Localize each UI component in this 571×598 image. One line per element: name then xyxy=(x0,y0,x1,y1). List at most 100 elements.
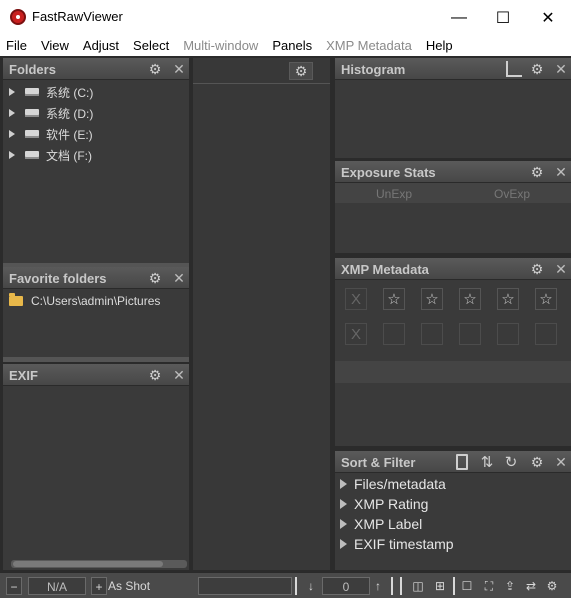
color-label-1-button[interactable] xyxy=(383,323,405,345)
sort-item-label: XMP Rating xyxy=(354,496,429,512)
xmp-metadata-panel: XMP Metadata ⚙ ✕ xyxy=(335,258,571,446)
menu-help[interactable]: Help xyxy=(426,38,453,53)
exif-horizontal-scrollbar[interactable] xyxy=(11,560,187,568)
rating-star-1-button[interactable]: ☆ xyxy=(383,288,405,310)
toolbar-separator xyxy=(391,577,393,595)
export-icon[interactable]: ⇪ xyxy=(501,577,519,595)
single-view-icon[interactable]: ☐ xyxy=(458,577,476,595)
fullscreen-icon[interactable]: ⛶ xyxy=(480,577,498,595)
drive-item-d[interactable]: 系统 (D:) xyxy=(9,103,93,123)
favorites-splitter[interactable] xyxy=(3,357,189,362)
drive-icon xyxy=(25,88,39,96)
zoom-in-button[interactable]: + xyxy=(91,577,107,595)
favorite-folder-item[interactable]: C:\Users\admin\Pictures xyxy=(9,291,160,311)
gear-icon[interactable]: ⚙ xyxy=(289,62,313,80)
expand-arrow-icon[interactable] xyxy=(340,479,348,489)
sort-item-xmp-rating[interactable]: XMP Rating xyxy=(340,494,428,514)
menu-panels[interactable]: Panels xyxy=(272,38,312,53)
exposure-value-field[interactable]: 0 xyxy=(322,577,370,595)
sort-item-exif-timestamp[interactable]: EXIF timestamp xyxy=(340,534,454,554)
favorites-panel-title: Favorite folders xyxy=(9,271,107,286)
histogram-panel: Histogram ⚙ ✕ xyxy=(335,58,571,158)
expand-arrow-icon[interactable] xyxy=(340,519,348,529)
drive-item-e[interactable]: 软件 (E:) xyxy=(9,124,93,144)
document-icon[interactable] xyxy=(456,454,468,470)
sort-item-xmp-label[interactable]: XMP Label xyxy=(340,514,422,534)
exposure-down-arrow-icon[interactable]: ↓ xyxy=(304,577,318,595)
split-view-icon[interactable]: ◫ xyxy=(409,577,427,595)
exif-panel: EXIF ⚙ ✕ xyxy=(3,364,189,570)
refresh-icon[interactable]: ↻ xyxy=(502,453,520,471)
gear-icon[interactable]: ⚙ xyxy=(529,164,545,180)
toolbar-separator xyxy=(295,577,297,595)
maximize-button[interactable]: ☐ xyxy=(480,0,526,35)
close-icon[interactable]: ✕ xyxy=(554,164,568,180)
color-label-4-button[interactable] xyxy=(497,323,519,345)
title-bar: FastRawViewer — ☐ ✕ xyxy=(0,0,571,35)
menu-view[interactable]: View xyxy=(41,38,69,53)
expand-arrow-icon[interactable] xyxy=(340,539,348,549)
sort-item-label: Files/metadata xyxy=(354,476,446,492)
zoom-out-button[interactable]: − xyxy=(6,577,22,595)
sort-item-files-metadata[interactable]: Files/metadata xyxy=(340,474,446,494)
exif-panel-header: EXIF ⚙ ✕ xyxy=(3,364,189,386)
toolbar-separator xyxy=(453,577,455,595)
folders-panel-header: Folders ⚙ ✕ xyxy=(3,58,189,80)
tint-slider[interactable] xyxy=(198,577,292,595)
expand-arrow-icon[interactable] xyxy=(9,130,17,138)
close-icon[interactable]: ✕ xyxy=(172,270,186,286)
gear-icon[interactable]: ⚙ xyxy=(529,261,545,277)
drive-item-c[interactable]: 系统 (C:) xyxy=(9,82,93,102)
compare-icon[interactable]: ⇄ xyxy=(522,577,540,595)
close-icon[interactable]: ✕ xyxy=(172,367,186,383)
rating-star-5-button[interactable]: ☆ xyxy=(535,288,557,310)
zoom-value-field[interactable]: N/A xyxy=(28,577,86,595)
close-icon[interactable]: ✕ xyxy=(554,61,568,77)
menu-adjust[interactable]: Adjust xyxy=(83,38,119,53)
gear-icon[interactable]: ⚙ xyxy=(529,454,545,470)
sort-order-icon[interactable]: ⇅ xyxy=(478,453,496,471)
close-icon[interactable]: ✕ xyxy=(554,454,568,470)
scrollbar-thumb[interactable] xyxy=(13,561,163,567)
color-label-5-button[interactable] xyxy=(535,323,557,345)
histogram-chart-icon[interactable] xyxy=(506,61,522,77)
exposure-up-arrow-icon[interactable]: ↑ xyxy=(371,577,385,595)
exposure-columns-row xyxy=(335,183,571,203)
gear-icon[interactable]: ⚙ xyxy=(147,61,163,77)
menu-select[interactable]: Select xyxy=(133,38,169,53)
expand-arrow-icon[interactable] xyxy=(9,151,17,159)
rating-star-3-button[interactable]: ☆ xyxy=(459,288,481,310)
drive-item-f[interactable]: 文档 (F:) xyxy=(9,145,92,165)
settings-icon[interactable]: ⚙ xyxy=(543,577,561,595)
histogram-panel-header: Histogram ⚙ ✕ xyxy=(335,58,571,80)
rating-star-2-button[interactable]: ☆ xyxy=(421,288,443,310)
histogram-panel-title: Histogram xyxy=(341,62,406,77)
menu-bar: File View Adjust Select Multi-window Pan… xyxy=(0,35,571,56)
white-balance-select[interactable]: As Shot xyxy=(108,577,154,595)
gear-icon[interactable]: ⚙ xyxy=(147,367,163,383)
window-title: FastRawViewer xyxy=(32,9,123,24)
expand-arrow-icon[interactable] xyxy=(9,109,17,117)
close-icon[interactable]: ✕ xyxy=(554,261,568,277)
reject-rating-button[interactable]: X xyxy=(345,288,367,310)
gear-icon[interactable]: ⚙ xyxy=(147,270,163,286)
menu-file[interactable]: File xyxy=(6,38,27,53)
menu-multi-window[interactable]: Multi-window xyxy=(183,38,258,53)
grid-view-icon[interactable]: ⊞ xyxy=(431,577,449,595)
close-window-button[interactable]: ✕ xyxy=(525,0,571,35)
sort-panel-header: Sort & Filter ⇅ ↻ ⚙ ✕ xyxy=(335,451,571,473)
rating-star-4-button[interactable]: ☆ xyxy=(497,288,519,310)
expand-arrow-icon[interactable] xyxy=(340,499,348,509)
drive-label: 系统 (D:) xyxy=(46,106,94,121)
color-label-2-button[interactable] xyxy=(421,323,443,345)
expand-arrow-icon[interactable] xyxy=(9,88,17,96)
close-icon[interactable]: ✕ xyxy=(172,61,186,77)
gear-icon[interactable]: ⚙ xyxy=(529,61,545,77)
menu-xmp-metadata[interactable]: XMP Metadata xyxy=(326,38,412,53)
app-logo-icon xyxy=(10,9,26,25)
minimize-button[interactable]: — xyxy=(436,0,482,35)
exposure-panel-header: Exposure Stats ⚙ ✕ xyxy=(335,161,571,183)
color-label-3-button[interactable] xyxy=(459,323,481,345)
exposure-stats-panel: Exposure Stats ⚙ ✕ xyxy=(335,161,571,253)
no-label-button[interactable]: X xyxy=(345,323,367,345)
